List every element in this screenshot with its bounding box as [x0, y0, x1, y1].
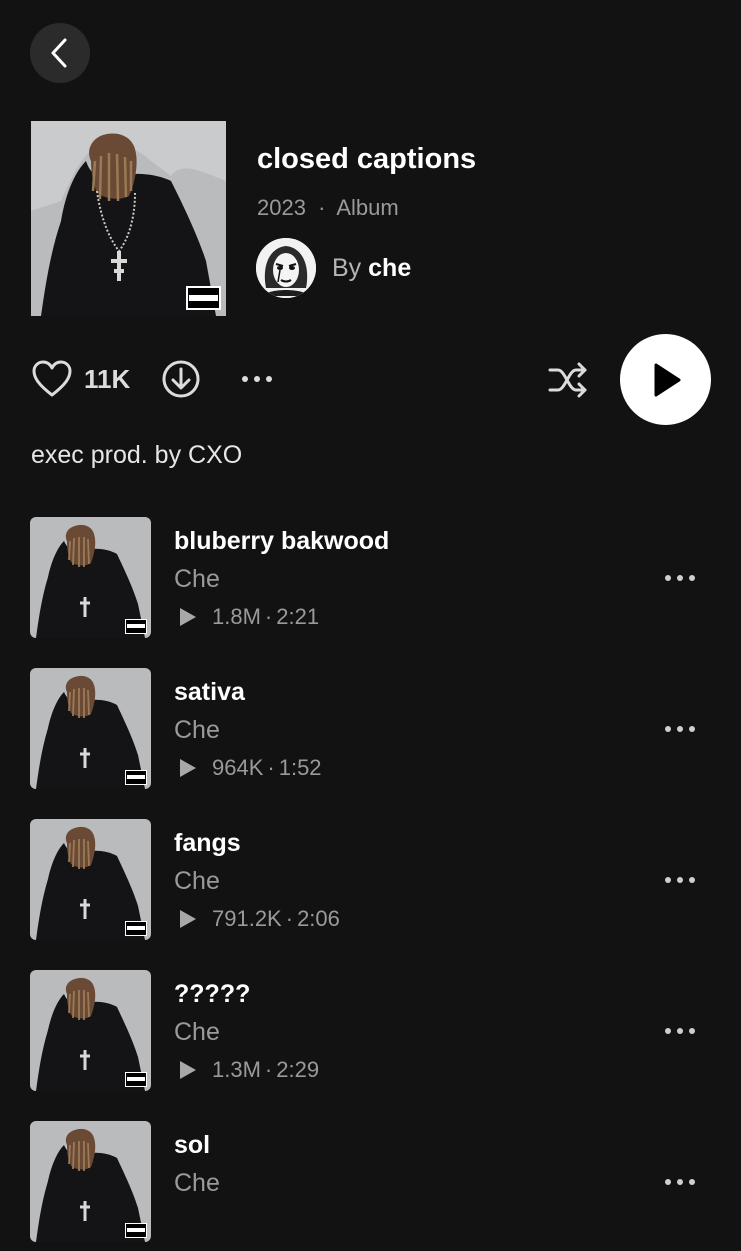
track-play-count: 791.2K: [212, 906, 282, 931]
play-count-icon: [180, 759, 196, 777]
track-stats: 1.8M · 2:21: [180, 604, 319, 630]
track-title: sativa: [174, 678, 245, 706]
track-duration: 2:29: [276, 1057, 320, 1082]
download-button[interactable]: [160, 358, 202, 400]
stats-separator: ·: [267, 755, 275, 780]
more-horizontal-icon: [665, 1028, 695, 1034]
track-title: bluberry bakwood: [174, 527, 390, 555]
more-horizontal-icon: [665, 877, 695, 883]
track-row[interactable]: ????? Che 1.3M · 2:29: [0, 970, 741, 1100]
track-artwork: [30, 668, 151, 789]
play-count-icon: [180, 910, 196, 928]
back-button[interactable]: [30, 23, 90, 83]
shuffle-icon: [548, 362, 587, 398]
album-more-button[interactable]: [237, 364, 277, 394]
track-duration: 1:52: [278, 755, 322, 780]
by-line: By che: [332, 254, 411, 283]
track-play-count: 1.8M: [212, 604, 261, 629]
stats-separator: ·: [264, 604, 273, 629]
more-horizontal-icon: [665, 726, 695, 732]
track-title: fangs: [174, 829, 241, 857]
track-stats: 791.2K · 2:06: [180, 906, 340, 932]
like-count: 11K: [84, 364, 131, 394]
track-artist: Che: [174, 1169, 220, 1197]
album-title: closed captions: [257, 143, 477, 175]
track-artwork: [30, 517, 151, 638]
play-count-icon: [180, 1061, 196, 1079]
track-artwork: [30, 970, 151, 1091]
track-duration: 2:21: [276, 604, 320, 629]
artist-avatar[interactable]: [256, 238, 316, 298]
heart-icon: [32, 360, 72, 397]
track-artwork: [30, 819, 151, 940]
track-title: sol: [174, 1131, 211, 1159]
track-duration: 2:06: [297, 906, 340, 931]
album-description: exec prod. by CXO: [31, 441, 243, 469]
track-row[interactable]: fangs Che 791.2K · 2:06: [0, 819, 741, 949]
download-icon: [162, 360, 200, 398]
track-row[interactable]: sol Che ·: [0, 1121, 741, 1251]
track-more-button[interactable]: [660, 1167, 700, 1197]
track-artist: Che: [174, 1018, 220, 1046]
track-more-button[interactable]: [660, 563, 700, 593]
track-artwork: [30, 1121, 151, 1242]
album-year: 2023: [257, 195, 306, 220]
play-count-icon: [180, 608, 196, 626]
play-icon: [654, 363, 680, 396]
track-row[interactable]: sativa Che 964K · 1:52: [0, 668, 741, 798]
track-more-button[interactable]: [660, 714, 700, 744]
album-type: Album: [336, 195, 399, 220]
by-prefix: By: [332, 254, 362, 282]
more-horizontal-icon: [665, 575, 695, 581]
track-stats: 1.3M · 2:29: [180, 1057, 319, 1083]
track-more-button[interactable]: [660, 865, 700, 895]
track-play-count: 964K: [212, 755, 264, 780]
artist-name-link[interactable]: che: [368, 254, 411, 282]
track-more-button[interactable]: [660, 1016, 700, 1046]
track-artist: Che: [174, 565, 220, 593]
more-horizontal-icon: [665, 1179, 695, 1185]
track-row[interactable]: bluberry bakwood Che 1.8M · 2:21: [0, 517, 741, 647]
play-button[interactable]: [620, 334, 711, 425]
stats-separator: ·: [264, 1057, 273, 1082]
like-button[interactable]: [31, 360, 73, 398]
more-horizontal-icon: [242, 376, 272, 382]
chevron-left-icon: [51, 38, 67, 68]
album-meta: 2023 · Album: [257, 195, 399, 221]
meta-separator: ·: [318, 195, 326, 220]
album-cover: [31, 121, 226, 316]
stats-separator: ·: [285, 906, 294, 931]
shuffle-button[interactable]: [547, 360, 589, 400]
track-artist: Che: [174, 716, 220, 744]
track-play-count: 1.3M: [212, 1057, 261, 1082]
track-artist: Che: [174, 867, 220, 895]
track-title: ?????: [174, 980, 251, 1008]
track-stats: 964K · 1:52: [180, 755, 322, 781]
